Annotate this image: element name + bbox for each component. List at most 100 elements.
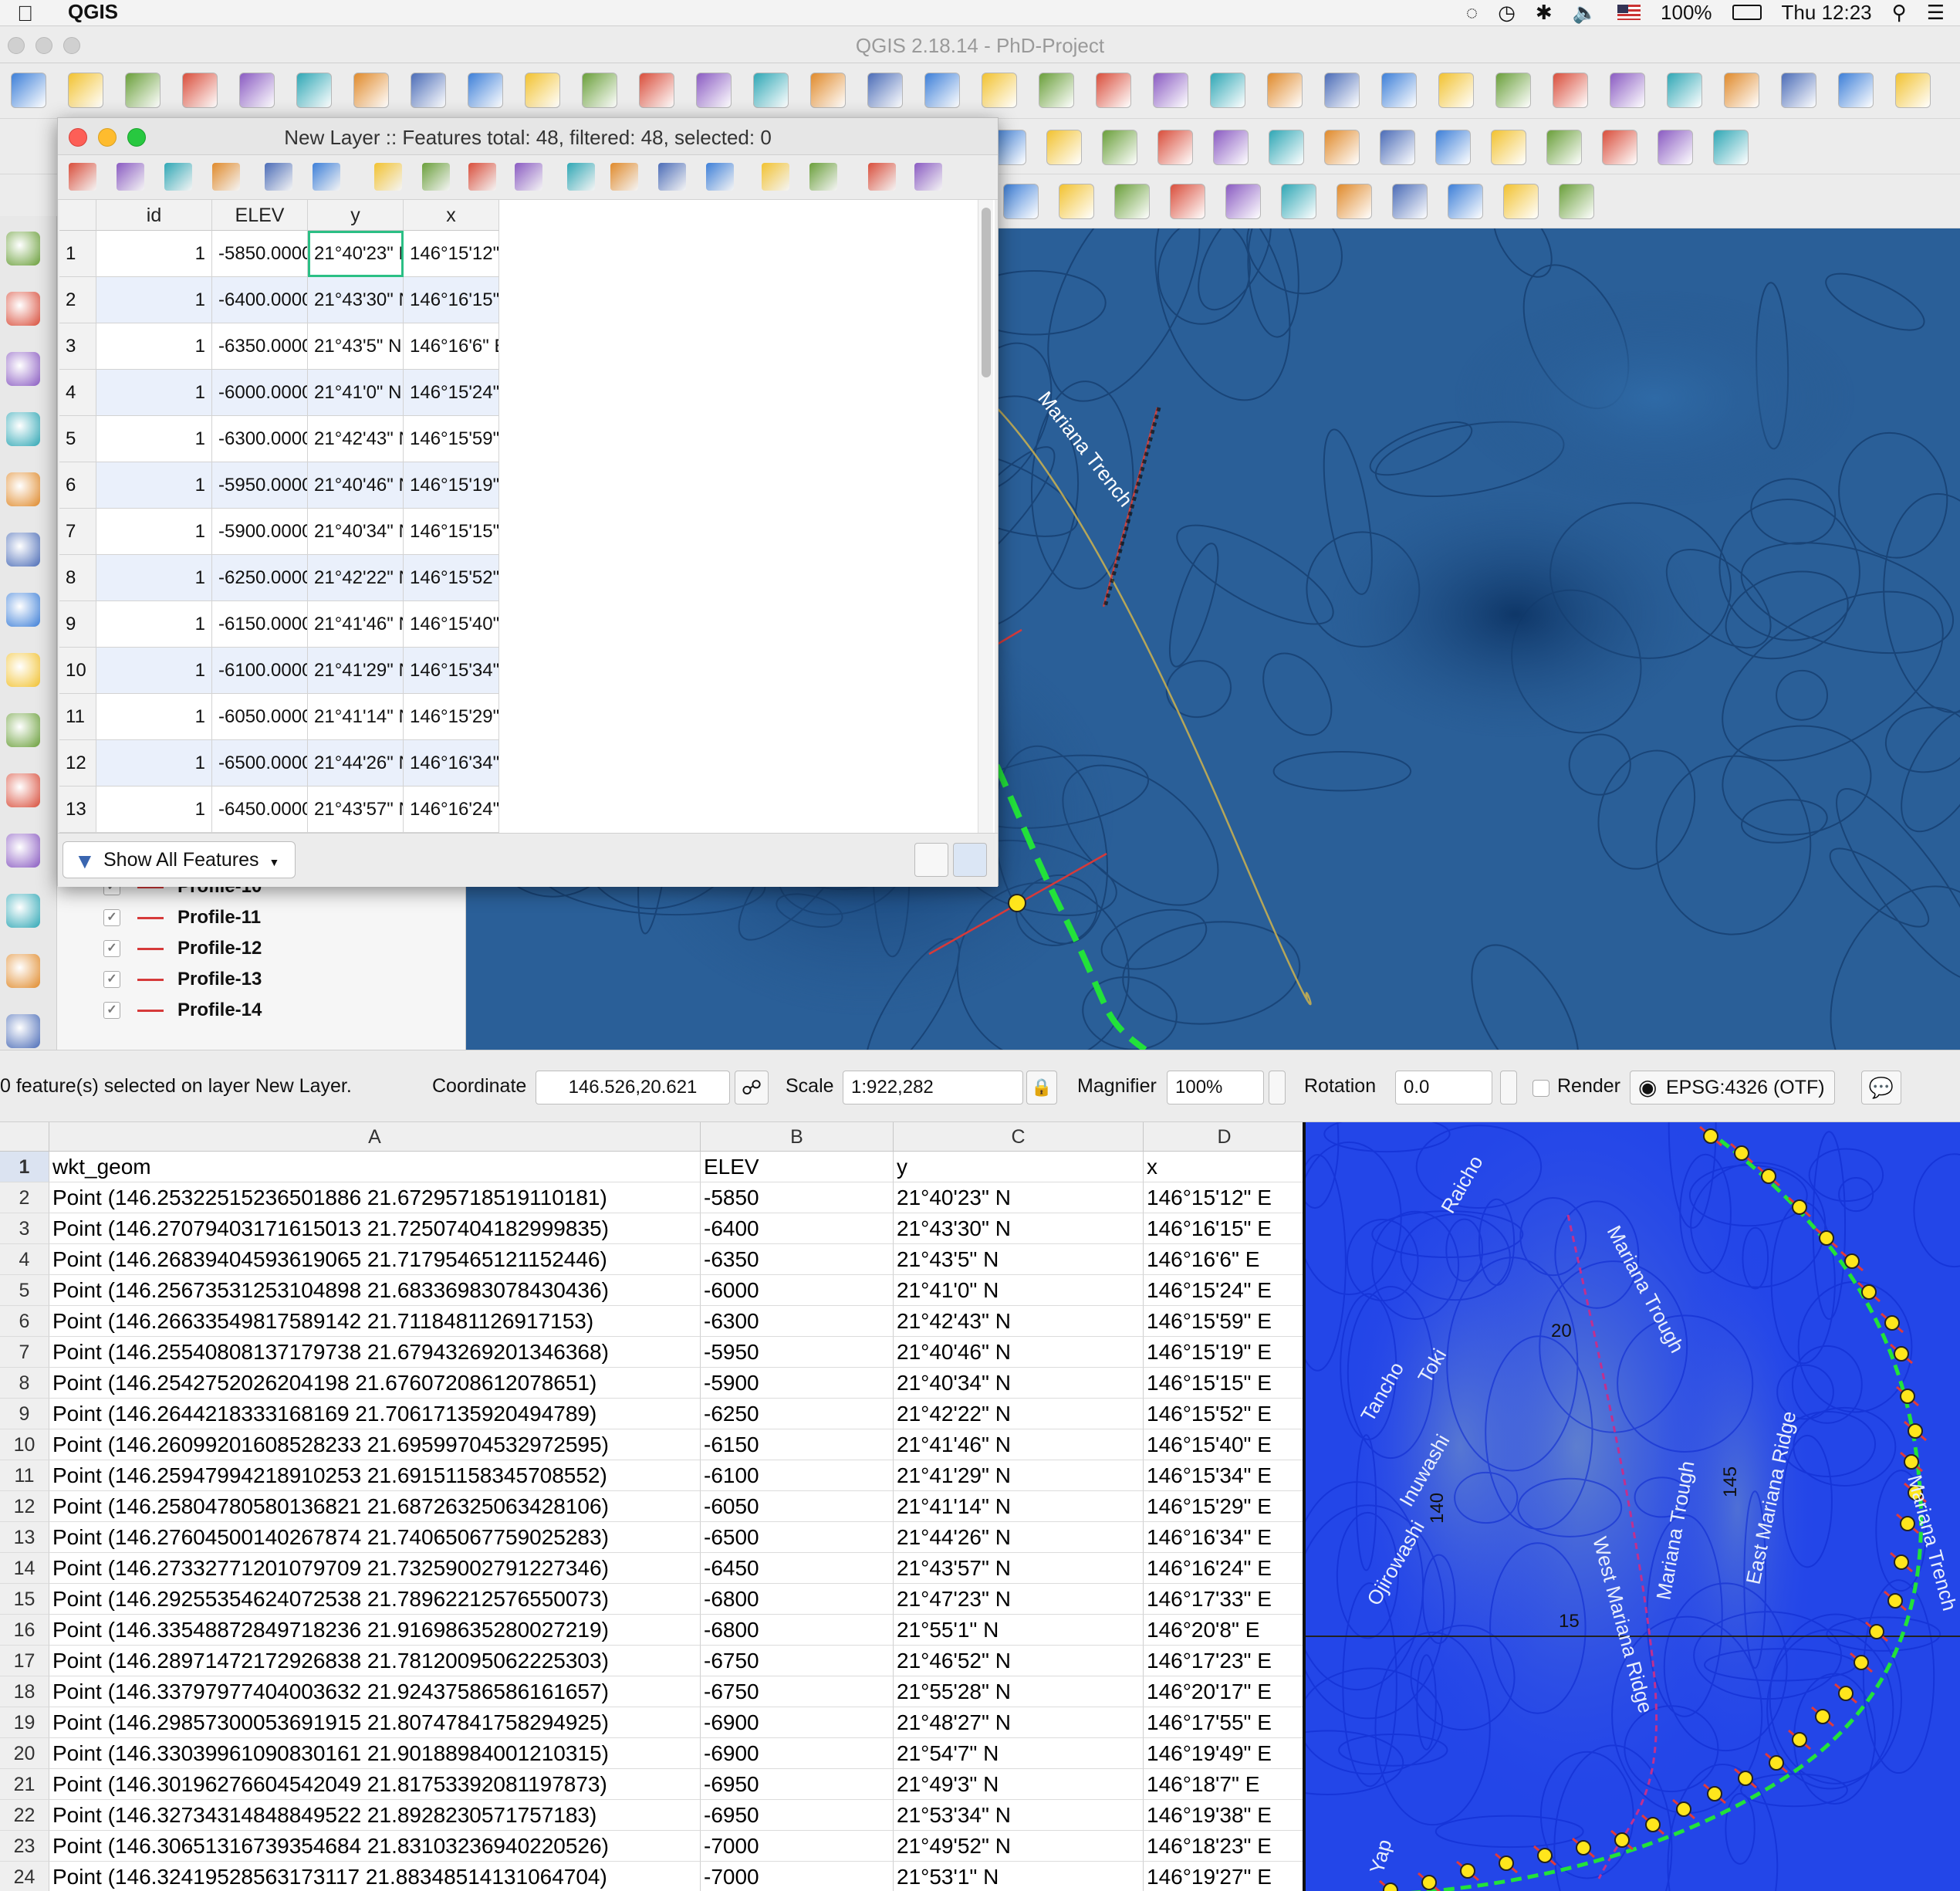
cell-x[interactable]: 146°15'40" E bbox=[404, 601, 499, 648]
main-tool-4-icon[interactable] bbox=[182, 73, 218, 108]
sheet-row-number[interactable]: 24 bbox=[0, 1862, 49, 1891]
plugin-tool-3-icon[interactable] bbox=[1114, 184, 1150, 219]
sheet-cell-b[interactable]: -6350 bbox=[701, 1244, 894, 1275]
sheet-row[interactable]: 21 Point (146.30196276604542049 21.817533… bbox=[0, 1769, 1306, 1800]
plugin-tool-1-icon[interactable] bbox=[1003, 184, 1039, 219]
sheet-row[interactable]: 24 Point (146.32419528563173117 21.883485… bbox=[0, 1862, 1306, 1891]
coordinate-field[interactable]: 146.526,20.621 bbox=[536, 1071, 730, 1104]
main-tool-24-icon[interactable] bbox=[1324, 73, 1360, 108]
main-tool-14-icon[interactable] bbox=[753, 73, 789, 108]
attribute-tool-17-icon[interactable] bbox=[868, 163, 896, 191]
sheet-row[interactable]: 10 Point (146.26099201608528233 21.695997… bbox=[0, 1429, 1306, 1460]
sheet-cell-d[interactable]: 146°15'34" E bbox=[1144, 1460, 1306, 1491]
sheet-cell-c[interactable]: 21°54'7" N bbox=[894, 1738, 1144, 1769]
left-tool-6-icon[interactable] bbox=[6, 533, 40, 567]
sheet-cell-d[interactable]: 146°17'55" E bbox=[1144, 1707, 1306, 1738]
cell-id[interactable]: 1 bbox=[96, 462, 212, 509]
main-tool-21-icon[interactable] bbox=[1153, 73, 1188, 108]
table-view-button[interactable] bbox=[953, 843, 987, 877]
sheet-row[interactable]: 7 Point (146.25540808137179738 21.6794326… bbox=[0, 1337, 1306, 1368]
sheet-row-number[interactable]: 7 bbox=[0, 1337, 49, 1368]
sheet-cell-d[interactable]: 146°16'24" E bbox=[1144, 1553, 1306, 1584]
cell-x[interactable]: 146°15'24" E bbox=[404, 370, 499, 416]
row-number[interactable]: 10 bbox=[59, 648, 96, 694]
main-tool-7-icon[interactable] bbox=[353, 73, 389, 108]
sheet-row-number[interactable]: 4 bbox=[0, 1244, 49, 1275]
cell-elev[interactable]: -6300.00000 bbox=[212, 416, 308, 462]
sheet-cell-b[interactable]: ELEV bbox=[701, 1152, 894, 1182]
column-header-x[interactable]: x bbox=[404, 200, 499, 231]
menubar-clock[interactable]: Thu 12:23 bbox=[1782, 1, 1872, 25]
sheet-row[interactable]: 22 Point (146.32734314848849522 21.892823… bbox=[0, 1800, 1306, 1831]
plugin-tool-11-icon[interactable] bbox=[1559, 184, 1594, 219]
sheet-cell-d[interactable]: 146°20'8" E bbox=[1144, 1615, 1306, 1646]
sheet-cell-b[interactable]: -6750 bbox=[701, 1646, 894, 1676]
main-tool-18-icon[interactable] bbox=[982, 73, 1017, 108]
table-row[interactable]: 121-6500.0000021°44'26" N146°16'34" E bbox=[59, 740, 499, 787]
sheet-cell-c[interactable]: 21°55'1" N bbox=[894, 1615, 1144, 1646]
secondary-tool-3-icon[interactable] bbox=[1102, 130, 1137, 165]
left-tool-2-icon[interactable] bbox=[6, 292, 40, 326]
sheet-cell-c[interactable]: 21°49'3" N bbox=[894, 1769, 1144, 1800]
sheet-column-b[interactable]: B bbox=[701, 1122, 894, 1152]
volume-icon[interactable]: 🔈 bbox=[1573, 1, 1597, 25]
cell-x[interactable]: 146°15'59" E bbox=[404, 416, 499, 462]
row-number[interactable]: 7 bbox=[59, 509, 96, 555]
sheet-row-number[interactable]: 2 bbox=[0, 1182, 49, 1213]
sheet-cell-b[interactable]: -6100 bbox=[701, 1460, 894, 1491]
cell-x[interactable]: 146°16'34" E bbox=[404, 740, 499, 787]
attribute-tool-4-icon[interactable] bbox=[212, 163, 240, 191]
sheet-cell-d[interactable]: 146°18'23" E bbox=[1144, 1831, 1306, 1862]
sheet-cell-b[interactable]: -6400 bbox=[701, 1213, 894, 1244]
sheet-cell-a[interactable]: Point (146.32419528563173117 21.88348514… bbox=[49, 1862, 701, 1891]
attribute-tool-10-icon[interactable] bbox=[515, 163, 542, 191]
sheet-row-number[interactable]: 10 bbox=[0, 1429, 49, 1460]
sheet-row-number[interactable]: 22 bbox=[0, 1800, 49, 1831]
sheet-cell-b[interactable]: -5950 bbox=[701, 1337, 894, 1368]
sheet-row-number[interactable]: 9 bbox=[0, 1399, 49, 1429]
mouse-icon[interactable]: ☍ bbox=[735, 1071, 769, 1104]
plugin-tool-5-icon[interactable] bbox=[1225, 184, 1261, 219]
layer-visibility-checkbox[interactable]: ✓ bbox=[103, 909, 120, 926]
cell-id[interactable]: 1 bbox=[96, 416, 212, 462]
sheet-cell-d[interactable]: 146°15'12" E bbox=[1144, 1182, 1306, 1213]
sheet-cell-d[interactable]: 146°15'52" E bbox=[1144, 1399, 1306, 1429]
sheet-cell-b[interactable]: -6050 bbox=[701, 1491, 894, 1522]
cell-id[interactable]: 1 bbox=[96, 370, 212, 416]
sheet-cell-a[interactable]: Point (146.2644218333168169 21.706171359… bbox=[49, 1399, 701, 1429]
cell-y[interactable]: 21°43'57" N bbox=[308, 787, 404, 833]
form-view-button[interactable] bbox=[914, 843, 948, 877]
lock-icon[interactable]: 🔒 bbox=[1026, 1071, 1057, 1104]
layer-item[interactable]: ✓ Profile-12 bbox=[103, 934, 262, 963]
magnifier-stepper[interactable] bbox=[1269, 1071, 1286, 1104]
sheet-cell-a[interactable]: Point (146.26099201608528233 21.69599704… bbox=[49, 1429, 701, 1460]
cell-elev[interactable]: -6350.00000 bbox=[212, 323, 308, 370]
table-row[interactable]: 71-5900.0000021°40'34" N146°15'15" E bbox=[59, 509, 499, 555]
sheet-cell-b[interactable]: -6950 bbox=[701, 1800, 894, 1831]
sheet-cell-a[interactable]: Point (146.29255354624072538 21.78962212… bbox=[49, 1584, 701, 1615]
attribute-tool-2-icon[interactable] bbox=[117, 163, 144, 191]
sheet-cell-b[interactable]: -6450 bbox=[701, 1553, 894, 1584]
cell-x[interactable]: 146°15'19" E bbox=[404, 462, 499, 509]
layer-visibility-checkbox[interactable]: ✓ bbox=[103, 1002, 120, 1019]
main-tool-15-icon[interactable] bbox=[810, 73, 846, 108]
spreadsheet[interactable]: A B C D 1 wkt_geom ELEV y x 2 Point (146.253225152… bbox=[0, 1122, 1306, 1891]
sheet-cell-b[interactable]: -5900 bbox=[701, 1368, 894, 1399]
app-menu-name[interactable]: QGIS bbox=[68, 0, 118, 24]
sheet-cell-c[interactable]: 21°43'57" N bbox=[894, 1553, 1144, 1584]
sheet-cell-c[interactable]: 21°40'46" N bbox=[894, 1337, 1144, 1368]
show-all-features-dropdown[interactable]: ▼ Show All Features ▼ bbox=[63, 841, 296, 878]
cell-x[interactable]: 146°15'34" E bbox=[404, 648, 499, 694]
row-number[interactable]: 11 bbox=[59, 694, 96, 740]
main-tool-11-icon[interactable] bbox=[582, 73, 617, 108]
sheet-row-number[interactable]: 5 bbox=[0, 1275, 49, 1306]
sheet-row-number[interactable]: 13 bbox=[0, 1522, 49, 1553]
secondary-tool-5-icon[interactable] bbox=[1213, 130, 1249, 165]
sheet-cell-b[interactable]: -7000 bbox=[701, 1862, 894, 1891]
sheet-cell-c[interactable]: 21°48'27" N bbox=[894, 1707, 1144, 1738]
cell-elev[interactable]: -6250.00000 bbox=[212, 555, 308, 601]
main-tool-13-icon[interactable] bbox=[696, 73, 732, 108]
attribute-tool-5-icon[interactable] bbox=[265, 163, 292, 191]
cell-y[interactable]: 21°41'0" N bbox=[308, 370, 404, 416]
row-number[interactable]: 4 bbox=[59, 370, 96, 416]
